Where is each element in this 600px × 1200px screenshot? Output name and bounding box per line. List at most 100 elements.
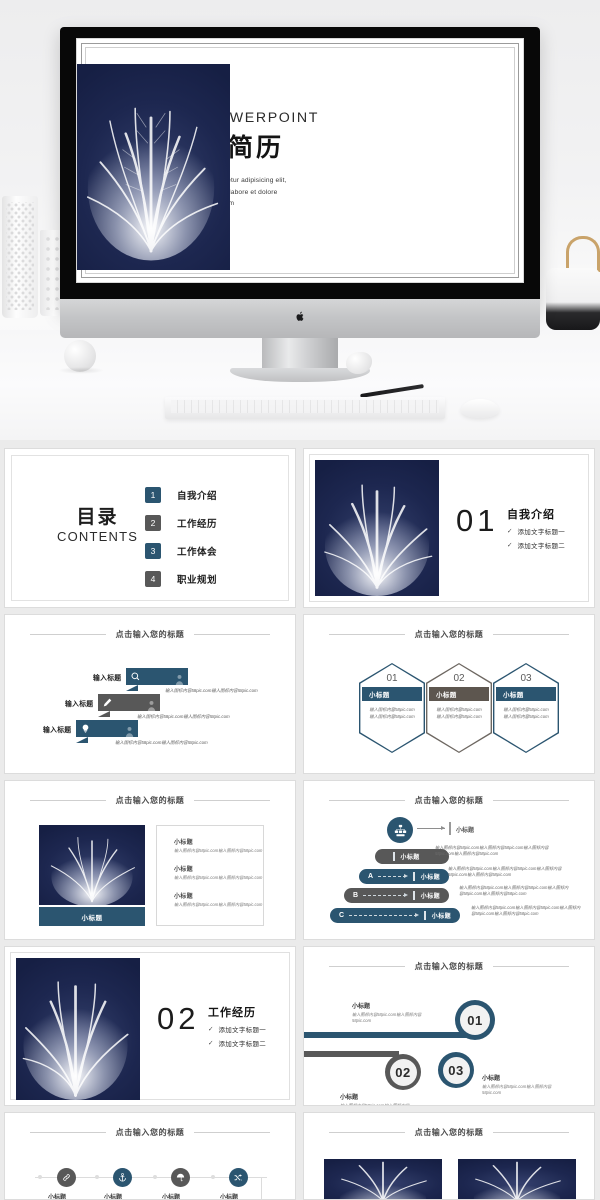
header-rule-right bbox=[194, 1132, 271, 1133]
hexagon-number: 01 bbox=[386, 673, 398, 684]
decor-sphere bbox=[58, 340, 104, 374]
circle-head: 小标题 bbox=[352, 1004, 371, 1010]
feather-graphic bbox=[87, 107, 219, 261]
hexagon-card[interactable]: 02 小标题 输入图标内容58pic.com 输入图标内容58pic.com bbox=[426, 663, 492, 753]
bubble-row[interactable]: 输入标题 bbox=[43, 720, 208, 743]
slide8-text-block: 工作经历 ✓ 添加文字标题一 ✓ 添加文字标题二 bbox=[208, 1004, 266, 1048]
slide4-header: 点击输入您的标题 bbox=[5, 629, 295, 640]
slide-thumb-contents[interactable]: 目录 CONTENTS 1 自我介绍 2 工作经历 3 工作体会 4 职业规划 bbox=[4, 448, 296, 608]
apple-keyboard bbox=[165, 397, 445, 419]
bubble-row[interactable]: 输入标题 bbox=[93, 668, 258, 691]
lightbulb-icon bbox=[83, 724, 89, 733]
bubble-label: 输入标题 bbox=[43, 726, 72, 734]
slide3-text-block: 自我介绍 ✓ 添加文字标题一 ✓ 添加文字标题二 bbox=[507, 506, 565, 550]
slide6-item-head: 小标题 bbox=[174, 894, 193, 900]
pyramid-row-letter: C bbox=[339, 912, 345, 919]
slide2-item-label: 工作经历 bbox=[177, 518, 218, 530]
pyramid-row[interactable]: B 小标题 bbox=[344, 888, 449, 903]
slide-thumb-two-photos[interactable]: 点击输入您的标题 bbox=[303, 1112, 595, 1200]
numbered-circle[interactable]: 01 bbox=[455, 1000, 495, 1040]
circle-head: 小标题 bbox=[482, 1076, 501, 1082]
slide9-header: 点击输入您的标题 bbox=[304, 961, 594, 972]
slide-thumb-icon-timeline[interactable]: 点击输入您的标题 小标题 小标题 小标题 小标题 bbox=[4, 1112, 296, 1200]
slide7-header: 点击输入您的标题 bbox=[304, 795, 594, 806]
hexagon-body-line: 输入图标内容58pic.com bbox=[369, 713, 415, 719]
row-connector bbox=[363, 893, 409, 897]
pyramid-row-desc: 输入图标内容58pic.com输入图标内容58pic.com输入图标内容58pi… bbox=[471, 905, 581, 916]
timeline-node[interactable] bbox=[229, 1168, 248, 1187]
circle-text-03: 小标题 输入图标内容58pic.com输入图标内容58pic.com bbox=[482, 1073, 570, 1096]
header-rule-left bbox=[328, 966, 405, 967]
row-divider bbox=[424, 911, 426, 920]
slide-thumb-section-01[interactable]: 01 自我介绍 ✓ 添加文字标题一 ✓ 添加文字标题二 bbox=[303, 448, 595, 608]
slide2-item-number: 3 bbox=[145, 542, 161, 559]
list-item[interactable]: 4 职业规划 bbox=[145, 567, 217, 590]
slide-thumb-section-02[interactable]: 02 工作经历 ✓ 添加文字标题一 ✓ 添加文字标题二 bbox=[4, 946, 296, 1106]
timeline-label: 小标题 bbox=[103, 1195, 122, 1200]
slide6-text-panel: 小标题 输入图标内容58pic.com输入图标内容58pic.com 小标题 输… bbox=[156, 825, 264, 926]
feather-graphic bbox=[22, 981, 129, 1100]
circle-head: 小标题 bbox=[340, 1095, 359, 1101]
slide8-bullet-text: 添加文字标题二 bbox=[218, 1041, 267, 1048]
timeline-label: 小标题 bbox=[47, 1195, 66, 1200]
numbered-circle[interactable]: 03 bbox=[438, 1052, 474, 1088]
circle-desc: 输入图标内容58pic.com输入图标内容58pic.com bbox=[352, 1012, 422, 1023]
hexagon-body: 输入图标内容58pic.com 输入图标内容58pic.com bbox=[359, 707, 425, 720]
person-icon bbox=[176, 674, 184, 686]
hexagon-body: 输入图标内容58pic.com 输入图标内容58pic.com bbox=[493, 707, 559, 720]
slide2-item-label: 自我介绍 bbox=[177, 490, 218, 502]
slide10-header: 点击输入您的标题 bbox=[5, 1127, 295, 1138]
slide-thumb-speech-bubbles[interactable]: 点击输入您的标题 输入标题 输入图标内容58pic.com输入图标内容58pic… bbox=[4, 614, 296, 774]
slide2-item-list: 1 自我介绍 2 工作经历 3 工作体会 4 职业规划 bbox=[145, 483, 217, 595]
timeline-dot bbox=[153, 1175, 157, 1179]
slide-thumb-numbered-circles[interactable]: 点击输入您的标题 01 小标题 输入图标内容58pic.com输入图标内容58p… bbox=[303, 946, 595, 1106]
person-icon bbox=[126, 726, 134, 738]
hexagon-number: 03 bbox=[520, 673, 532, 684]
list-item[interactable]: 3 工作体会 bbox=[145, 539, 217, 562]
pyramid-row[interactable]: A 小标题 bbox=[359, 869, 449, 884]
slide2-item-number: 1 bbox=[145, 486, 161, 503]
circle-number: 03 bbox=[442, 1056, 470, 1084]
slide3-feather-photo bbox=[315, 460, 439, 596]
list-item[interactable]: 2 工作经历 bbox=[145, 511, 217, 534]
slide11-header: 点击输入您的标题 bbox=[304, 1127, 594, 1138]
header-rule-right bbox=[493, 1132, 570, 1133]
slide1-feather-photo bbox=[77, 64, 230, 270]
slide-thumb-pyramid[interactable]: 点击输入您的标题 小标题 小标题 输入图标内容58pic.com输入图标内容58… bbox=[303, 780, 595, 940]
feather-graphic bbox=[473, 1161, 561, 1199]
list-item: 小标题 输入图标内容58pic.com输入图标内容58pic.com bbox=[174, 864, 263, 881]
slide6-header-text: 点击输入您的标题 bbox=[115, 796, 185, 805]
slide-thumb-photo-text[interactable]: 点击输入您的标题 小标题 小标题 输入图标内容58pic.com输入图标内容58… bbox=[4, 780, 296, 940]
slide8-title: 工作经历 bbox=[208, 1007, 256, 1019]
numbered-circle[interactable]: 02 bbox=[385, 1054, 421, 1090]
list-item: ✓ 添加文字标题一 bbox=[208, 1024, 266, 1034]
slide2-item-number: 4 bbox=[145, 570, 161, 587]
bubble-body bbox=[98, 694, 161, 717]
circle-text-02: 小标题 输入图标内容58pic.com输入图标内容58pic.com bbox=[340, 1092, 424, 1106]
hexagon-card[interactable]: 03 小标题 输入图标内容58pic.com 输入图标内容58pic.com bbox=[493, 663, 559, 753]
pyramid-row-letter: B bbox=[353, 892, 359, 899]
slide11-header-text: 点击输入您的标题 bbox=[414, 1128, 484, 1137]
anchor-icon bbox=[119, 1173, 126, 1182]
org-chart-icon bbox=[387, 817, 413, 843]
slide5-header-text: 点击输入您的标题 bbox=[414, 630, 484, 639]
slide-thumb-hexagons[interactable]: 点击输入您的标题 01 小标题 输入图标内容58pic.com 输入图标内容58… bbox=[303, 614, 595, 774]
apple-logo-icon bbox=[296, 311, 305, 322]
slide7-header-text: 点击输入您的标题 bbox=[414, 796, 484, 805]
timeline-node[interactable] bbox=[57, 1168, 76, 1187]
slide5-header: 点击输入您的标题 bbox=[304, 629, 594, 640]
bubble-row[interactable]: 输入标题 bbox=[65, 694, 230, 717]
pyramid-row[interactable]: C 小标题 bbox=[330, 908, 460, 923]
timeline-node[interactable] bbox=[113, 1168, 132, 1187]
list-item[interactable]: 1 自我介绍 bbox=[145, 483, 217, 506]
pyramid-row-desc: 输入图标内容58pic.com输入图标内容58pic.com输入图标内容58pi… bbox=[448, 866, 562, 877]
hexagon-number: 02 bbox=[453, 673, 465, 684]
circle-desc: 输入图标内容58pic.com输入图标内容58pic.com bbox=[340, 1103, 410, 1106]
org-chart-glyph bbox=[394, 824, 406, 836]
timeline-node[interactable] bbox=[171, 1168, 190, 1187]
header-rule-left bbox=[328, 1132, 405, 1133]
header-rule-left bbox=[328, 634, 405, 635]
hexagon-card[interactable]: 01 小标题 输入图标内容58pic.com 输入图标内容58pic.com bbox=[359, 663, 425, 753]
slide6-caption: 小标题 bbox=[39, 907, 145, 926]
header-rule-right bbox=[493, 800, 570, 801]
